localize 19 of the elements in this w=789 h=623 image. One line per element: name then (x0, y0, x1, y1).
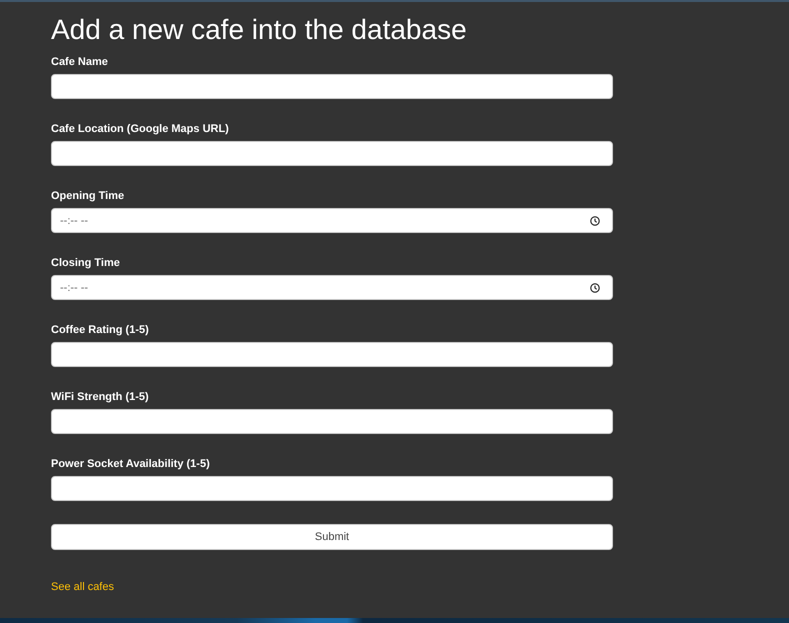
field-label: Opening Time (51, 190, 124, 203)
field-label: Coffee Rating (1-5) (51, 324, 149, 337)
page-title: Add a new cafe into the database (51, 14, 467, 46)
text-field[interactable] (51, 476, 613, 501)
field-label: Power Socket Availability (1-5) (51, 458, 210, 471)
text-field[interactable] (51, 74, 613, 99)
field-label: Cafe Location (Google Maps URL) (51, 123, 229, 136)
see-all-cafes-link[interactable]: See all cafes (51, 581, 114, 594)
field-label: Cafe Name (51, 56, 108, 69)
clock-icon[interactable] (590, 282, 600, 292)
text-field[interactable] (51, 141, 613, 166)
text-field[interactable] (51, 409, 613, 434)
clock-icon[interactable] (590, 216, 600, 226)
field-label: Closing Time (51, 257, 120, 270)
field-label: WiFi Strength (1-5) (51, 391, 149, 404)
time-field[interactable]: --:-- -- (51, 275, 613, 300)
time-field[interactable]: --:-- -- (51, 208, 613, 233)
submit-button[interactable]: Submit (51, 524, 613, 550)
text-field[interactable] (51, 342, 613, 367)
